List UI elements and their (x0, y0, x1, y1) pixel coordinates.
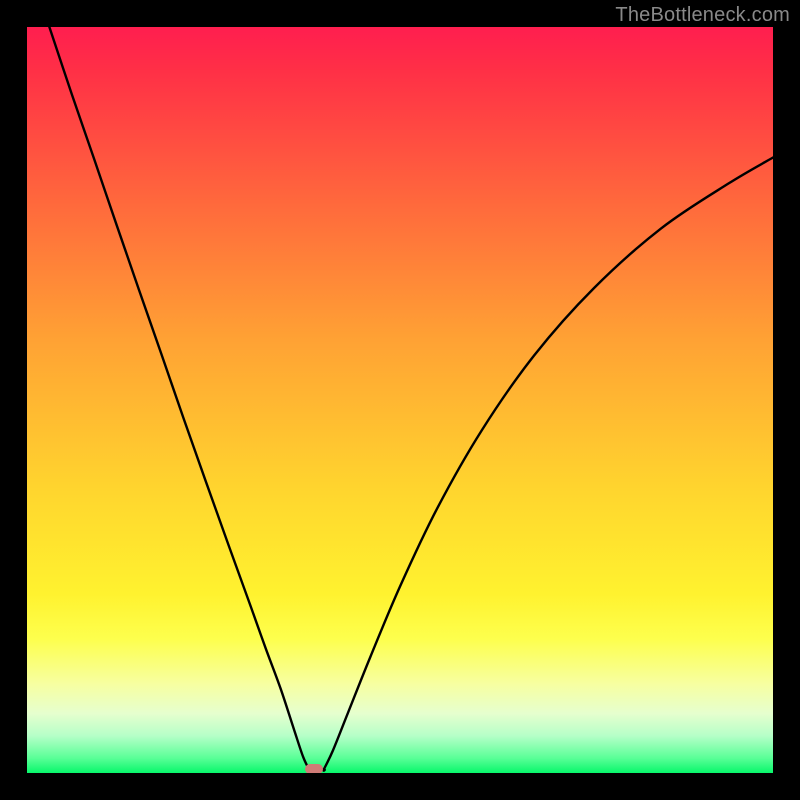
plot-area (27, 27, 773, 773)
optimum-marker (305, 764, 323, 773)
bottleneck-curve (27, 27, 773, 773)
chart-frame: TheBottleneck.com (0, 0, 800, 800)
watermark-text: TheBottleneck.com (615, 4, 790, 27)
